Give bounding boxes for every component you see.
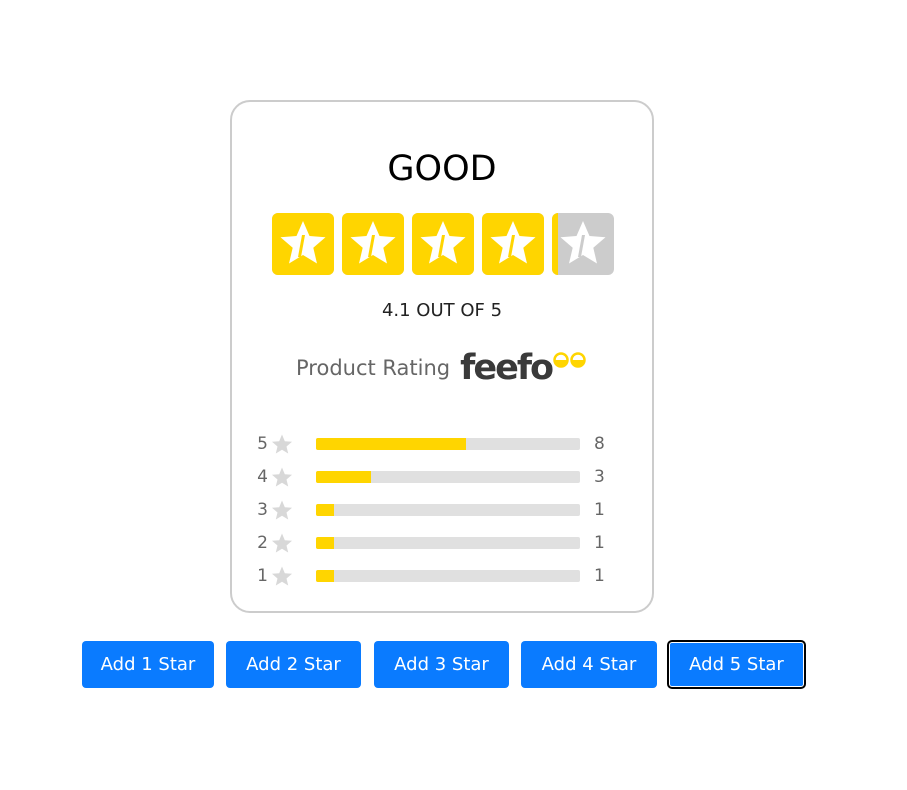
star-icon — [272, 467, 292, 486]
star-icon — [272, 434, 292, 453]
star-tile-4 — [482, 213, 544, 275]
star-icon — [490, 221, 536, 264]
star-icon — [272, 500, 292, 519]
distribution-row: 11 — [256, 559, 616, 592]
star-tile-1 — [272, 213, 334, 275]
distribution-row: 43 — [256, 460, 616, 493]
star-icon — [272, 533, 292, 552]
distribution-star-count: 1 — [257, 565, 268, 586]
add-1-star-button[interactable]: Add 1 Star — [82, 641, 214, 688]
add-5-star-button[interactable]: Add 5 Star — [667, 640, 806, 689]
distribution-bar-fill — [316, 536, 335, 549]
product-rating-label: Product Rating — [296, 356, 451, 380]
distribution-bar — [316, 569, 580, 582]
distribution-bar — [316, 470, 580, 483]
star-icon — [280, 221, 326, 264]
feefo-eyes-icon — [553, 352, 586, 368]
distribution-row: 21 — [256, 526, 616, 559]
distribution-bar-fill — [316, 437, 467, 450]
distribution-review-count: 8 — [594, 433, 605, 454]
distribution-bar — [316, 536, 580, 549]
rating-distribution: 5843312111 — [256, 427, 616, 592]
rating-score-text: 4.1 OUT OF 5 — [381, 300, 503, 321]
star-icon — [420, 221, 466, 264]
feefo-logo-text: feefo — [460, 348, 554, 388]
button-bar: Add 1 Star Add 2 Star Add 3 Star Add 4 Star… — [82, 640, 806, 689]
add-4-star-button[interactable]: Add 4 Star — [521, 641, 657, 688]
distribution-star-count: 2 — [257, 532, 268, 553]
star-icon — [272, 566, 292, 585]
rating-label: GOOD — [387, 149, 497, 189]
feefo-logo: feefo — [460, 350, 587, 386]
distribution-bar-fill — [316, 470, 372, 483]
star-rating — [272, 213, 614, 275]
distribution-bar-fill — [316, 503, 335, 516]
add-3-star-button[interactable]: Add 3 Star — [374, 641, 509, 688]
distribution-star-count: 3 — [257, 499, 268, 520]
distribution-bar — [316, 437, 580, 450]
star-tile-2 — [342, 213, 404, 275]
distribution-star-count: 5 — [257, 433, 268, 454]
distribution-row: 58 — [256, 427, 616, 460]
star-icon — [350, 221, 396, 264]
distribution-review-count: 1 — [594, 532, 605, 553]
distribution-row: 31 — [256, 493, 616, 526]
product-rating-row: Product Rating feefo — [296, 350, 587, 386]
rating-card: GOOD 4.1 OUT OF 5 Product Rating feefo 5… — [230, 100, 654, 613]
distribution-review-count: 1 — [594, 565, 605, 586]
star-tile-5 — [552, 213, 614, 275]
distribution-review-count: 1 — [594, 499, 605, 520]
add-2-star-button[interactable]: Add 2 Star — [226, 641, 361, 688]
distribution-star-count: 4 — [257, 466, 268, 487]
star-icon — [560, 221, 606, 264]
distribution-bar-fill — [316, 569, 335, 582]
distribution-review-count: 3 — [594, 466, 605, 487]
distribution-bar — [316, 503, 580, 516]
star-tile-3 — [412, 213, 474, 275]
